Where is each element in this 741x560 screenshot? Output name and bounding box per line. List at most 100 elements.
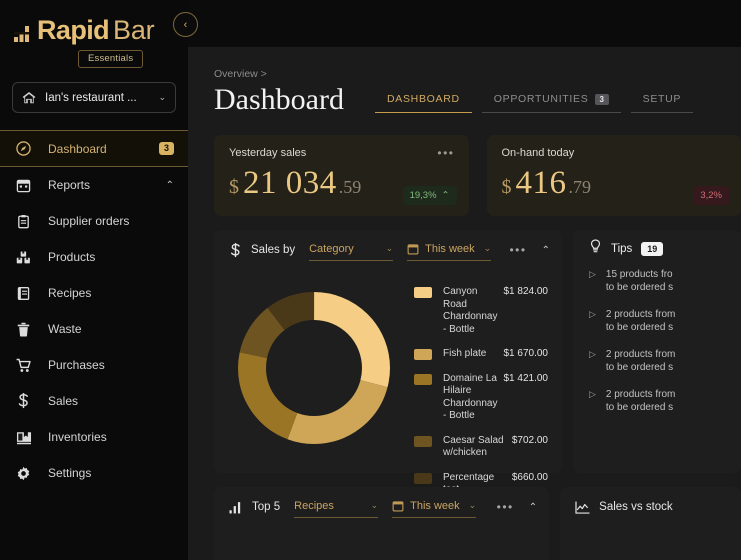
dollar-icon [229, 242, 242, 258]
legend-swatch [414, 373, 432, 385]
tab-label: OPPORTUNITIES [493, 93, 589, 105]
select-value: Recipes [294, 499, 334, 512]
restaurant-name: Ian's restaurant ... [45, 91, 137, 104]
select-value: Category [309, 242, 354, 255]
legend-item[interactable]: Fish plate $1 670.00 [414, 348, 548, 361]
legend-swatch [414, 287, 432, 298]
chevron-up-icon[interactable]: ⌃ [529, 502, 537, 513]
sales-by-group-select[interactable]: Category ⌄ [309, 240, 394, 261]
kpi-title: On-hand today [501, 147, 575, 159]
ellipsis-icon[interactable]: ••• [509, 243, 526, 257]
sidebar-item-label: Dashboard [48, 141, 107, 156]
sidebar-item-recipes[interactable]: Recipes [0, 275, 188, 311]
legend-label: Fish plate [443, 348, 487, 359]
topbar [188, 0, 741, 47]
sales-by-period-select[interactable]: This week ⌄ [407, 240, 492, 261]
sidebar: Rapid Bar Essentials Ian's restaurant ..… [0, 0, 188, 560]
sidebar-item-label: Recipes [48, 286, 92, 300]
sidebar-item-purchases[interactable]: Purchases [0, 347, 188, 383]
sidebar-item-inventories[interactable]: Inventories [0, 419, 188, 455]
legend-item[interactable]: Domaine La Hilaire Chardonnay - Bottle $… [414, 373, 548, 423]
lightbulb-icon [589, 239, 602, 259]
currency-symbol: $ [501, 176, 512, 198]
kpi-whole: 21 034 [243, 165, 337, 201]
tip-text: 15 products fro to be ordered s [605, 269, 674, 293]
list-item[interactable]: ▷ 2 products from to be ordered s [573, 348, 741, 374]
legend-swatch [414, 472, 432, 484]
house-icon [22, 91, 36, 105]
brand-name-bold: Rapid [37, 15, 110, 45]
donut-svg [238, 292, 390, 444]
dollar-icon [16, 393, 36, 409]
top5-group-select[interactable]: Recipes ⌄ [294, 497, 379, 518]
sidebar-item-settings[interactable]: Settings [0, 455, 188, 491]
chevron-down-icon: ⌄ [468, 500, 477, 510]
tab-bar: DASHBOARD OPPORTUNITIES 3 SETUP [374, 93, 703, 116]
kpi-card-yesterday-sales: Yesterday sales ••• $ 21 034 .59 19,3% ⌃ [214, 135, 469, 216]
top5-period-select[interactable]: This week ⌄ [392, 497, 477, 518]
sidebar-item-products[interactable]: Products [0, 239, 188, 275]
legend-value: $1 421.00 [503, 372, 548, 384]
legend-swatch [414, 435, 432, 447]
sidebar-item-reports[interactable]: Reports ⌃ [0, 167, 188, 203]
sidebar-item-dashboard[interactable]: Dashboard 3 [0, 130, 188, 167]
top5-header: Top 5 Recipes ⌄ This week ⌄ ••• ⌃ [214, 487, 549, 527]
sidebar-item-sales[interactable]: Sales [0, 383, 188, 419]
legend-label: Caesar Salad w/chicken [443, 434, 504, 459]
sales-vs-stock-card: Sales vs stock [560, 487, 741, 560]
inventory-icon [16, 430, 36, 445]
ellipsis-icon[interactable]: ••• [497, 500, 514, 514]
restaurant-selector[interactable]: Ian's restaurant ... ⌄ [12, 82, 176, 113]
tab-dashboard[interactable]: DASHBOARD [374, 93, 472, 113]
list-item[interactable]: ▷ 15 products fro to be ordered s [573, 268, 741, 294]
card-title: Top 5 [252, 501, 281, 513]
chevron-up-icon[interactable]: ⌃ [542, 245, 550, 256]
tip-text: 2 products from to be ordered s [605, 349, 676, 373]
sidebar-item-label: Purchases [48, 358, 105, 372]
legend-value: $702.00 [511, 434, 548, 446]
sidebar-nav: Dashboard 3 Reports ⌃ Supplier orders Pr… [0, 130, 188, 491]
brand-name-light: Bar [113, 15, 155, 45]
tips-card: Tips 19 ▷ 15 products fro to be ordered s… [572, 230, 741, 473]
gauge-icon [16, 141, 36, 156]
sidebar-item-supplier-orders[interactable]: Supplier orders [0, 203, 188, 239]
sidebar-item-label: Settings [48, 466, 92, 480]
list-item[interactable]: ▷ 2 products from to be ordered s [573, 388, 741, 414]
boxes-icon [16, 250, 36, 265]
kpi-row: Yesterday sales ••• $ 21 034 .59 19,3% ⌃… [188, 116, 741, 216]
tab-setup[interactable]: SETUP [630, 93, 694, 113]
plan-badge: Essentials [78, 50, 144, 68]
clipboard-icon [16, 214, 36, 229]
tip-text: 2 products from to be ordered s [605, 309, 676, 333]
brand-logo[interactable]: Rapid Bar Essentials [0, 0, 188, 68]
delta-value: 3,2% [700, 190, 722, 201]
sidebar-item-label: Products [48, 250, 96, 264]
tab-opportunities[interactable]: OPPORTUNITIES 3 [481, 93, 621, 113]
calendar-icon [16, 178, 36, 193]
sidebar-dashboard-badge: 3 [158, 141, 174, 156]
card-title: Sales vs stock [599, 501, 673, 513]
gear-icon [16, 466, 36, 481]
sidebar-collapse-button[interactable]: ‹ [173, 12, 198, 37]
list-item[interactable]: ▷ 2 products from to be ordered s [573, 308, 741, 334]
select-value: This week [425, 242, 475, 255]
legend-value: $1 824.00 [503, 286, 548, 297]
signal-bars-icon [14, 23, 34, 43]
page-header: Dashboard DASHBOARD OPPORTUNITIES 3 SETU… [188, 80, 741, 116]
delta-value: 19,3% [409, 190, 437, 201]
top5-card: Top 5 Recipes ⌄ This week ⌄ ••• ⌃ [214, 487, 550, 560]
sidebar-item-label: Supplier orders [48, 214, 130, 228]
chevron-left-icon: ‹ [183, 18, 188, 31]
legend-item[interactable]: Canyon Road Chardonnay - Bottle $1 824.0… [414, 286, 548, 336]
chevron-up-icon[interactable]: ⌃ [166, 180, 174, 191]
chevron-down-icon: ⌄ [158, 92, 166, 102]
play-triangle-icon: ▷ [588, 349, 596, 359]
chevron-down-icon: ⌄ [483, 243, 492, 253]
sidebar-item-waste[interactable]: Waste [0, 311, 188, 347]
tab-label: SETUP [642, 93, 682, 105]
chevron-down-icon: ⌄ [370, 500, 379, 510]
sidebar-item-label: Waste [48, 322, 82, 336]
breadcrumb[interactable]: Overview > [188, 47, 741, 80]
legend-item[interactable]: Caesar Salad w/chicken $702.00 [414, 435, 548, 460]
ellipsis-icon[interactable]: ••• [437, 146, 454, 160]
